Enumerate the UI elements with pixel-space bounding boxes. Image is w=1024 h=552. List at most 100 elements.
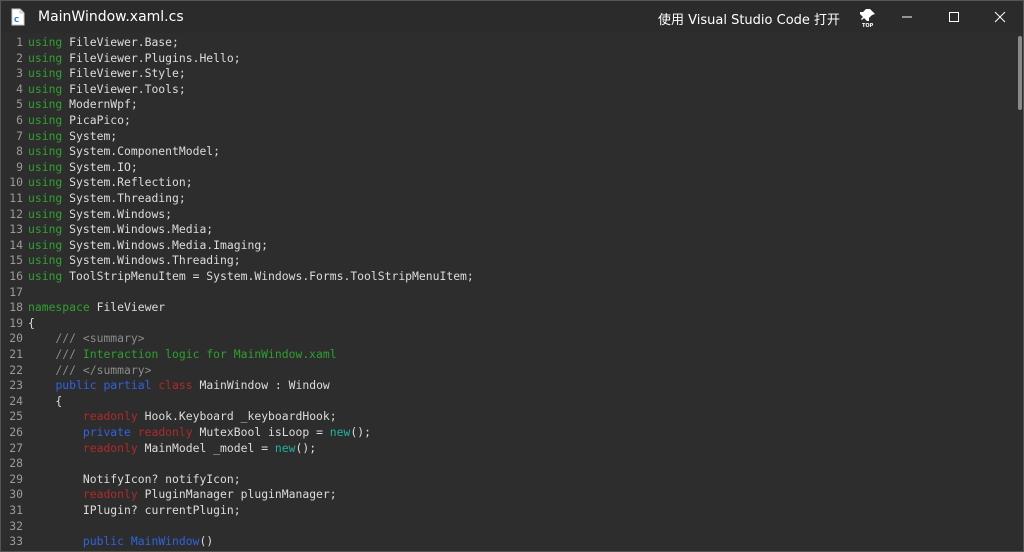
line-number: 16: [9, 269, 23, 283]
code-line: 1 using FileViewer.Base;: [1, 35, 179, 51]
line-number: 32: [9, 518, 23, 533]
code-token: MainWindow: [130, 534, 200, 549]
code-token: readonly: [137, 425, 193, 439]
code-token: FileViewer: [89, 300, 166, 315]
code-token: partial: [103, 378, 152, 393]
code-token: readonly: [82, 440, 138, 455]
line-number: 23: [9, 378, 23, 393]
code-line: 8 using System.ComponentModel;: [1, 144, 220, 160]
viewer-window: C MainWindow.xaml.cs 使用 Visual Studio Co…: [0, 0, 1024, 552]
code-text: public partial class MainWindow : Window: [28, 378, 329, 393]
code-line: 27 readonly MainModel _model = new();: [1, 441, 316, 457]
line-number: 4: [16, 81, 23, 96]
code-text: using System.ComponentModel;: [28, 144, 220, 158]
code-text: private readonly MutexBool isLoop = new(…: [28, 425, 371, 439]
code-line: 26 private readonly MutexBool isLoop = n…: [1, 425, 371, 441]
top-pin-icon[interactable]: TOP: [859, 8, 877, 28]
line-number: 12: [9, 206, 23, 221]
maximize-button[interactable]: [931, 1, 977, 33]
line-number: 24: [9, 393, 23, 408]
code-text: NotifyIcon? notifyIcon;: [28, 472, 241, 486]
code-token: Hook.Keyboard _keyboardHook;: [137, 409, 337, 424]
line-number: 29: [9, 471, 23, 486]
code-token: using: [28, 159, 63, 174]
code-token: new: [274, 440, 296, 455]
vertical-scrollbar[interactable]: [1017, 34, 1023, 551]
line-number: 31: [9, 503, 23, 517]
line-number: 14: [9, 237, 23, 252]
code-line: 2 using FileViewer.Plugins.Hello;: [1, 51, 241, 67]
code-text: using System.Threading;: [28, 191, 186, 205]
code-token: using: [28, 128, 63, 143]
line-number: 20: [9, 331, 23, 346]
code-text: using FileViewer.Tools;: [28, 82, 186, 96]
scrollbar-thumb[interactable]: [1018, 36, 1022, 110]
code-token: System.Windows.Threading;: [62, 253, 241, 268]
code-token: using: [28, 35, 63, 49]
code-token: ///: [28, 362, 83, 377]
code-text: using FileViewer.Plugins.Hello;: [28, 51, 241, 65]
code-token: using: [28, 222, 63, 237]
code-token: using: [28, 206, 63, 221]
code-token: new: [329, 425, 351, 439]
code-token: NotifyIcon? notifyIcon;: [28, 471, 241, 486]
code-token: ModernWpf;: [62, 97, 138, 112]
code-text: readonly Hook.Keyboard _keyboardHook;: [28, 409, 337, 423]
code-line: 9 using System.IO;: [1, 160, 138, 176]
code-text: /// <summary>: [28, 331, 145, 346]
code-token: System.Windows.Media;: [62, 222, 214, 237]
code-text: using PicaPico;: [28, 113, 131, 127]
code-token: PluginManager pluginManager;: [137, 487, 337, 502]
close-icon: [994, 11, 1006, 23]
line-number: 5: [16, 97, 23, 112]
code-token: using: [28, 144, 63, 159]
code-token: using: [28, 66, 63, 81]
code-line: 24 {: [1, 394, 62, 410]
code-token: public: [82, 534, 125, 549]
line-number: 7: [16, 128, 23, 143]
line-number: 3: [16, 66, 23, 81]
code-token: <summary>: [82, 331, 145, 346]
code-token: FileViewer.Plugins.Hello;: [62, 50, 241, 65]
open-with-vscode-button[interactable]: 使用 Visual Studio Code 打开: [658, 9, 840, 28]
code-token: MainModel _model =: [137, 440, 275, 455]
code-text: using System.Reflection;: [28, 175, 193, 189]
code-line: 22 /// </summary>: [1, 363, 151, 379]
code-text: using FileViewer.Base;: [28, 35, 179, 49]
code-text: readonly MainModel _model = new();: [28, 441, 316, 455]
code-token: using: [28, 97, 63, 112]
code-text: using System.Windows.Media.Imaging;: [28, 238, 268, 252]
minimize-button[interactable]: [884, 1, 930, 33]
code-line: 10 using System.Reflection;: [1, 175, 193, 191]
code-line: 3 using FileViewer.Style;: [1, 66, 186, 82]
code-token: (): [199, 534, 214, 549]
line-number: 26: [9, 425, 23, 439]
line-number: 19: [9, 315, 23, 330]
line-number: 17: [9, 284, 23, 299]
line-number: 11: [9, 191, 23, 205]
minimize-icon: [902, 16, 912, 18]
code-line: 13 using System.Windows.Media;: [1, 222, 213, 238]
code-token: readonly: [82, 409, 138, 424]
title-bar[interactable]: C MainWindow.xaml.cs 使用 Visual Studio Co…: [1, 1, 1023, 33]
line-number: 28: [9, 456, 23, 471]
code-token: PicaPico;: [62, 113, 131, 127]
close-button[interactable]: [977, 1, 1023, 33]
code-token: ///: [28, 347, 83, 361]
code-token: Interaction logic for MainWindow.xaml: [82, 347, 337, 361]
code-token: {: [28, 315, 35, 330]
line-number: 21: [9, 347, 23, 361]
code-token: ();: [295, 440, 317, 455]
code-line: 16 using ToolStripMenuItem = System.Windo…: [1, 269, 474, 285]
code-editor[interactable]: 1 using FileViewer.Base; 2 using FileViewer…: [1, 34, 1015, 551]
code-line: 7 using System;: [1, 129, 117, 145]
code-token: using: [28, 191, 63, 205]
code-token: namespace: [28, 300, 90, 315]
svg-text:TOP: TOP: [862, 23, 874, 28]
code-text: using ToolStripMenuItem = System.Windows…: [28, 269, 474, 283]
